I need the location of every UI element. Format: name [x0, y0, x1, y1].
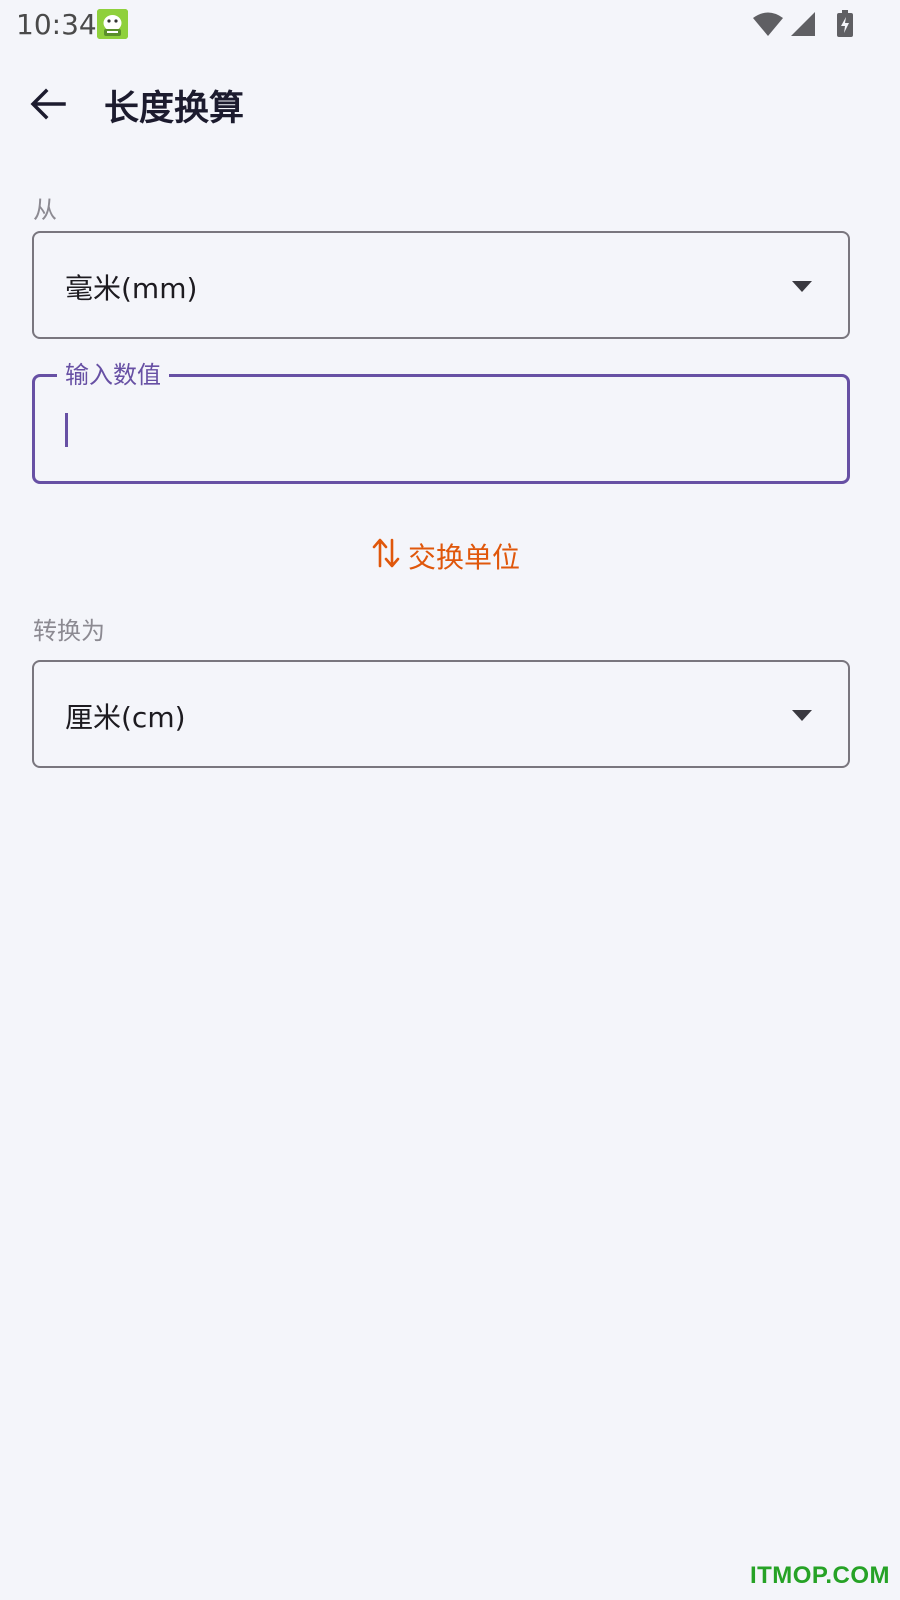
- dropdown-arrow-icon: [792, 281, 812, 292]
- to-unit-select[interactable]: 厘米(cm): [32, 660, 850, 768]
- swap-vert-icon: [372, 538, 400, 575]
- cellular-signal-icon: [790, 11, 816, 41]
- battery-charging-icon: [836, 10, 854, 42]
- page-title: 长度换算: [104, 89, 245, 129]
- swap-units-button[interactable]: 交换单位: [372, 536, 520, 576]
- dropdown-arrow-icon: [792, 710, 812, 721]
- to-label: 转换为: [33, 617, 105, 645]
- text-caret: [65, 413, 68, 447]
- from-unit-value: 毫米(mm): [65, 272, 198, 305]
- app-bar: 长度换算: [0, 64, 900, 144]
- from-unit-select[interactable]: 毫米(mm): [32, 231, 850, 339]
- app-notification-icon: [97, 9, 128, 39]
- arrow-back-icon: [30, 88, 66, 124]
- value-input-label: 输入数值: [57, 355, 169, 390]
- value-input-box[interactable]: 输入数值: [32, 355, 850, 484]
- swap-units-label: 交换单位: [408, 541, 521, 574]
- status-time: 10:34: [16, 8, 97, 41]
- from-label: 从: [33, 196, 57, 224]
- to-unit-value: 厘米(cm): [65, 701, 186, 734]
- wifi-icon: [752, 11, 784, 41]
- value-input[interactable]: [63, 405, 767, 447]
- back-button[interactable]: [24, 82, 72, 130]
- watermark: ITMOP.COM: [749, 1562, 890, 1589]
- status-icons: [752, 10, 854, 42]
- status-bar: 10:34: [0, 0, 900, 50]
